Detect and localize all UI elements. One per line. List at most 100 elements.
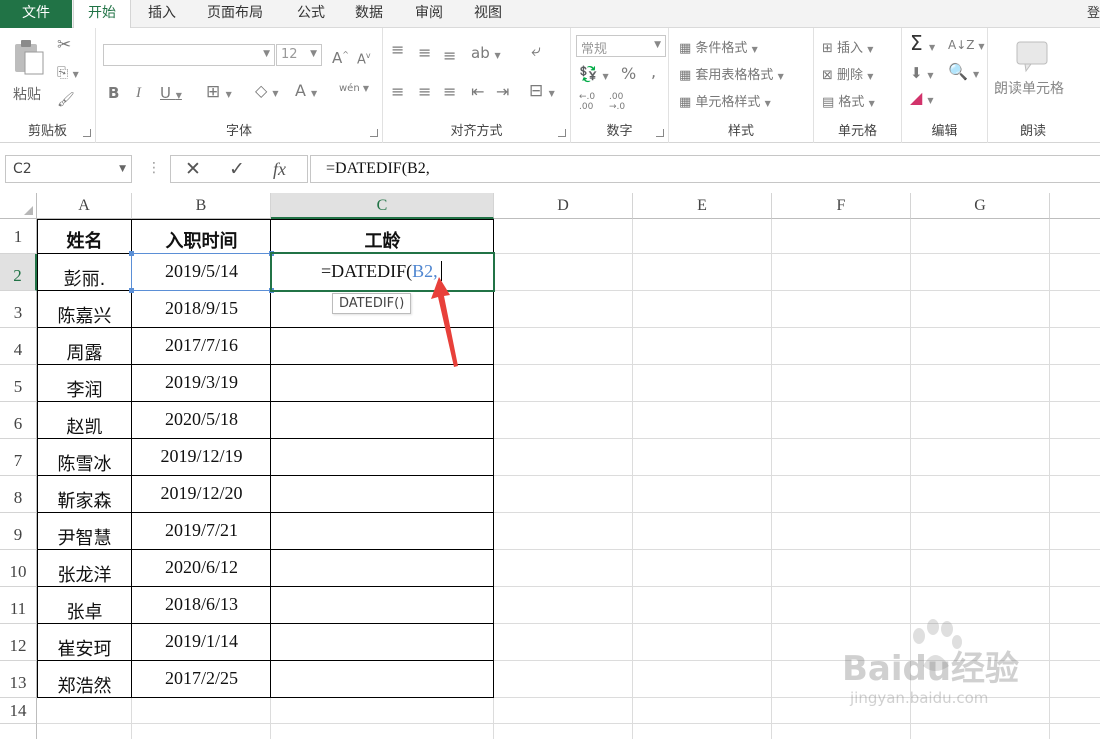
insert-function-icon[interactable]: fx: [273, 159, 286, 180]
column-header-d[interactable]: D: [494, 193, 633, 219]
table-cell-name[interactable]: 李润: [37, 376, 132, 402]
border-icon[interactable]: ⊞ ▼: [206, 84, 232, 103]
table-cell-name[interactable]: 陈雪冰: [37, 450, 132, 476]
row-header-2[interactable]: 2: [0, 254, 37, 291]
tab-data[interactable]: 数据: [341, 0, 397, 28]
conditional-format-button[interactable]: ▦ 条件格式 ▼: [679, 37, 758, 56]
table-cell-name[interactable]: 尹智慧: [37, 524, 132, 550]
decrease-indent-icon[interactable]: ⇤: [471, 84, 484, 100]
row-header-15[interactable]: [0, 724, 37, 739]
tab-view[interactable]: 视图: [460, 0, 516, 28]
tab-formulas[interactable]: 公式: [283, 0, 339, 28]
underline-icon[interactable]: U ▼: [160, 85, 182, 104]
cut-icon[interactable]: ✂: [57, 37, 71, 54]
paste-button[interactable]: 粘贴: [8, 36, 50, 106]
column-header-h[interactable]: [1050, 193, 1100, 219]
function-tooltip[interactable]: DATEDIF(): [332, 293, 412, 314]
orientation-icon[interactable]: ab ▼: [471, 45, 501, 64]
row-header-10[interactable]: 10: [0, 550, 37, 587]
italic-icon[interactable]: I: [136, 85, 141, 101]
table-cell-name[interactable]: 陈嘉兴: [37, 302, 132, 328]
font-family-select[interactable]: ▼: [103, 44, 275, 66]
increase-decimal-icon[interactable]: ←.0.00: [579, 92, 595, 112]
table-cell-date[interactable]: 2019/12/19: [132, 446, 271, 467]
column-header-g[interactable]: G: [911, 193, 1050, 219]
row-header-8[interactable]: 8: [0, 476, 37, 513]
currency-icon[interactable]: 💱 ▼: [579, 66, 609, 85]
column-header-a[interactable]: A: [37, 193, 132, 219]
tab-page-layout[interactable]: 页面布局: [193, 0, 277, 28]
decrease-decimal-icon[interactable]: .00 →.0: [609, 92, 625, 112]
copy-icon[interactable]: ⎘ ▼: [57, 65, 79, 83]
wrap-text-icon[interactable]: ⤶: [531, 43, 541, 60]
insert-cells-button[interactable]: ⊞ 插入 ▼: [822, 37, 873, 56]
alignment-launcher-icon[interactable]: [558, 129, 566, 137]
font-color-icon[interactable]: A ▼: [295, 83, 317, 102]
sign-in-link[interactable]: 登: [1087, 2, 1100, 21]
format-painter-icon[interactable]: 🖌: [57, 92, 75, 108]
tab-insert[interactable]: 插入: [134, 0, 190, 28]
font-launcher-icon[interactable]: [370, 129, 378, 137]
table-cell-name[interactable]: 彭丽.: [37, 265, 132, 291]
table-cell-date[interactable]: 2020/6/12: [132, 557, 271, 578]
formula-input[interactable]: =DATEDIF(B2,: [310, 155, 1100, 183]
worksheet-grid[interactable]: A B C D E F G 1 2 3 4 5 6 7 8 9 10 11 12…: [0, 193, 1100, 739]
bold-icon[interactable]: B: [108, 85, 119, 101]
row-header-4[interactable]: 4: [0, 328, 37, 365]
enter-icon[interactable]: ✓: [229, 158, 245, 180]
row-header-5[interactable]: 5: [0, 365, 37, 402]
header-cell-seniority[interactable]: 工龄: [271, 227, 494, 253]
phonetic-icon[interactable]: wén ▼: [339, 81, 369, 97]
table-cell-name[interactable]: 郑浩然: [37, 672, 132, 698]
column-header-e[interactable]: E: [633, 193, 772, 219]
active-cell-editor[interactable]: =DATEDIF(B2,: [321, 261, 442, 282]
table-cell-name[interactable]: 靳家森: [37, 487, 132, 513]
percent-icon[interactable]: %: [621, 66, 636, 82]
row-header-14[interactable]: 14: [0, 698, 37, 724]
delete-cells-button[interactable]: ⊠ 删除 ▼: [822, 64, 873, 83]
name-box[interactable]: C2 ▼: [5, 155, 132, 183]
table-cell-date[interactable]: 2019/5/14: [132, 261, 271, 282]
table-cell-name[interactable]: 周露: [37, 339, 132, 365]
row-header-13[interactable]: 13: [0, 661, 37, 698]
tab-home[interactable]: 开始: [73, 0, 131, 29]
row-header-7[interactable]: 7: [0, 439, 37, 476]
table-cell-name[interactable]: 崔安珂: [37, 635, 132, 661]
row-header-1[interactable]: 1: [0, 219, 37, 254]
column-header-c[interactable]: C: [271, 193, 494, 219]
fill-color-icon[interactable]: ◇ ▼: [255, 83, 279, 102]
row-header-12[interactable]: 12: [0, 624, 37, 661]
cell-styles-button[interactable]: ▦ 单元格样式 ▼: [679, 91, 771, 110]
select-all-button[interactable]: [0, 193, 37, 219]
fill-icon[interactable]: ⬇ ▼: [910, 65, 934, 84]
row-header-9[interactable]: 9: [0, 513, 37, 550]
increase-indent-icon[interactable]: ⇥: [496, 84, 509, 100]
table-cell-date[interactable]: 2018/9/15: [132, 298, 271, 319]
format-as-table-button[interactable]: ▦ 套用表格格式 ▼: [679, 64, 784, 83]
number-format-select[interactable]: 常规 ▼: [576, 35, 666, 57]
table-cell-date[interactable]: 2020/5/18: [132, 409, 271, 430]
header-cell-name[interactable]: 姓名: [37, 227, 132, 253]
table-cell-name[interactable]: 张卓: [37, 598, 132, 624]
column-header-f[interactable]: F: [772, 193, 911, 219]
format-cells-button[interactable]: ▤ 格式 ▼: [822, 91, 875, 110]
align-bottom-icon[interactable]: ≡: [443, 48, 456, 64]
cancel-icon[interactable]: ✕: [185, 158, 201, 180]
table-cell-date[interactable]: 2019/12/20: [132, 483, 271, 504]
comma-icon[interactable]: ,: [651, 64, 656, 80]
merge-center-icon[interactable]: ⊟ ▼: [529, 83, 555, 102]
align-middle-icon[interactable]: ≡: [418, 45, 431, 61]
table-cell-date[interactable]: 2017/7/16: [132, 335, 271, 356]
clear-icon[interactable]: ◢ ▼: [910, 90, 934, 109]
tab-review[interactable]: 审阅: [401, 0, 457, 28]
table-cell-date[interactable]: 2019/3/19: [132, 372, 271, 393]
tab-file[interactable]: 文件: [0, 0, 72, 28]
font-size-select[interactable]: 12 ▼: [276, 44, 322, 66]
table-cell-date[interactable]: 2018/6/13: [132, 594, 271, 615]
table-cell-name[interactable]: 张龙洋: [37, 561, 132, 587]
find-select-icon[interactable]: 🔍 ▼: [948, 64, 979, 83]
autosum-icon[interactable]: Σ ▼: [910, 33, 935, 56]
align-left-icon[interactable]: ≡: [391, 84, 404, 100]
align-center-icon[interactable]: ≡: [418, 84, 431, 100]
decrease-font-icon[interactable]: Av: [357, 48, 371, 68]
